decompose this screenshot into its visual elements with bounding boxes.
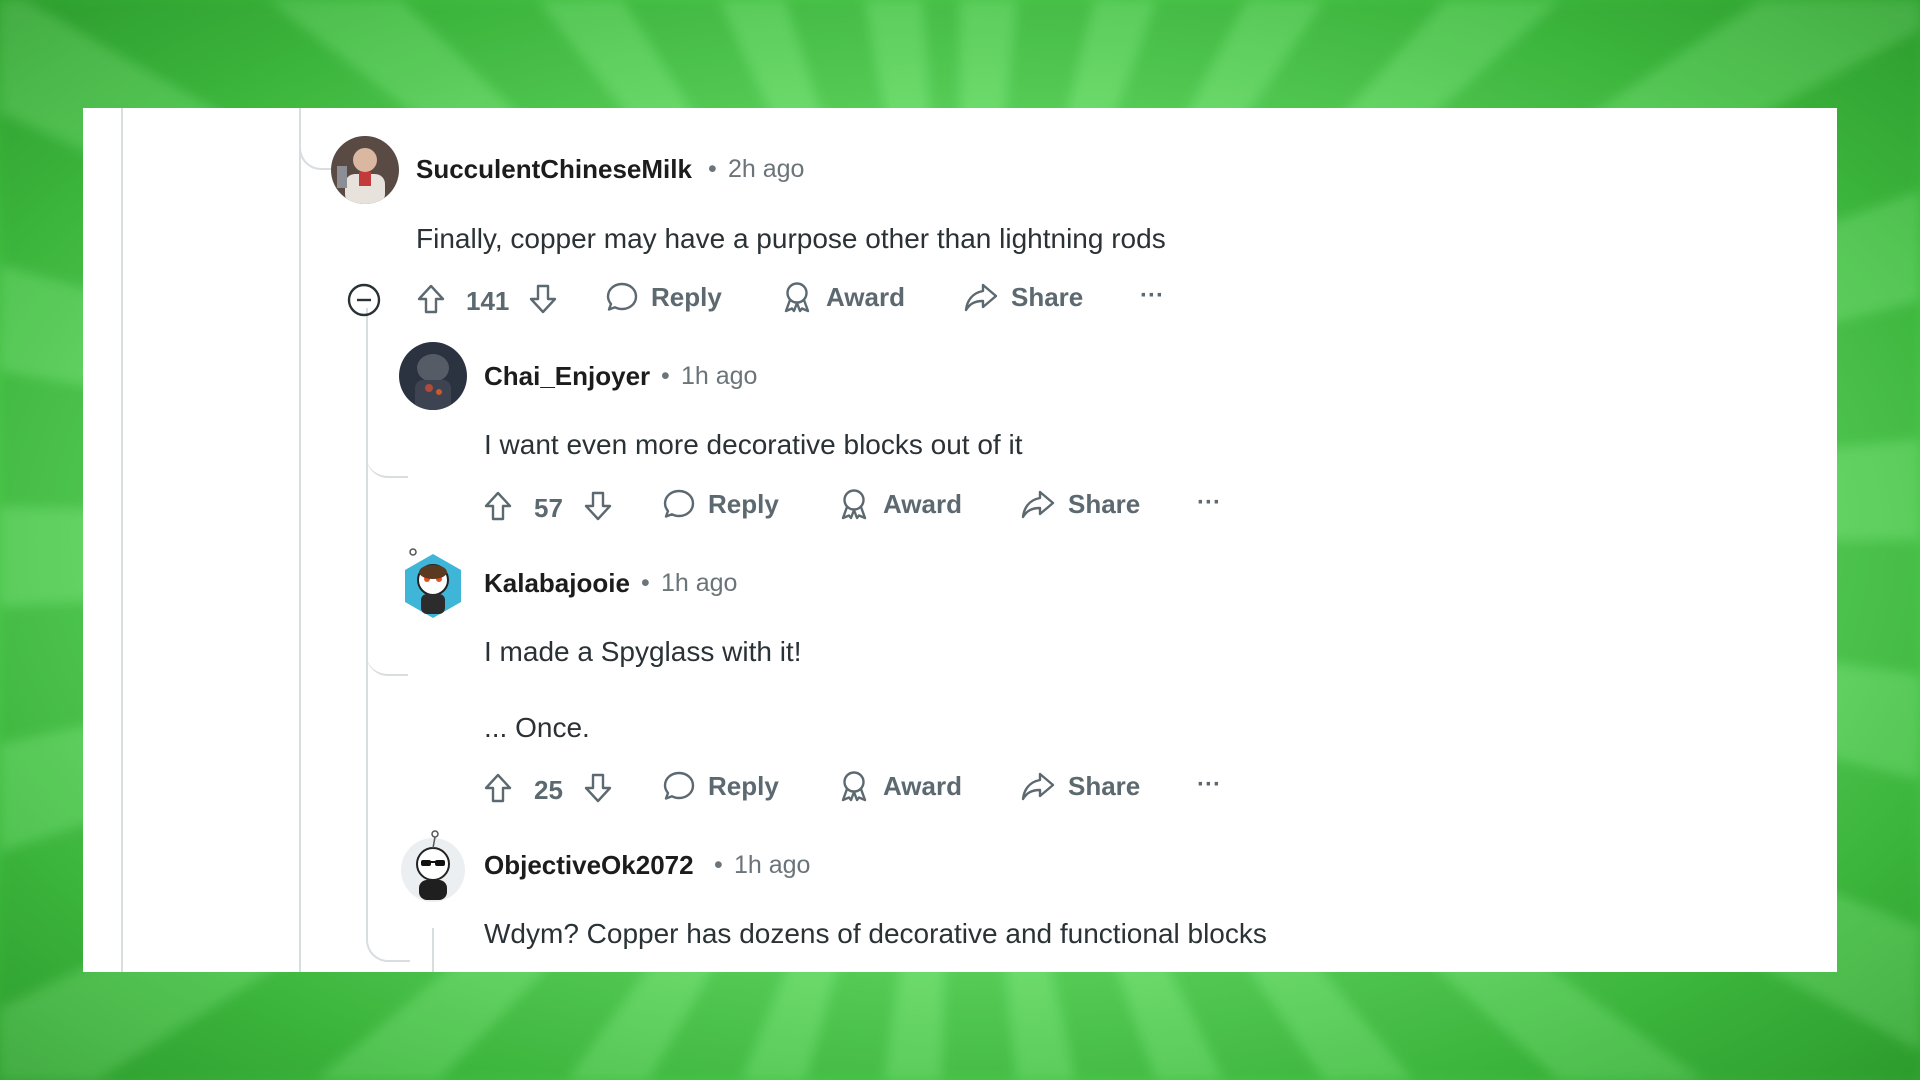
award-icon — [784, 282, 810, 313]
comment-username[interactable]: ObjectiveOk2072 — [484, 850, 694, 881]
downvote-button[interactable] — [580, 487, 616, 525]
upvote-icon — [484, 491, 512, 521]
vote-count: 25 — [534, 775, 563, 805]
award-icon — [841, 771, 867, 802]
reply-label: Reply — [708, 770, 779, 801]
collapse-icon — [347, 283, 381, 317]
comment-body: Wdym? Copper has dozens of decorative an… — [484, 918, 1267, 949]
downvote-button[interactable] — [580, 769, 616, 807]
comment-body: I want even more decorative blocks out o… — [484, 429, 1023, 460]
upvote-button[interactable] — [480, 487, 516, 525]
award-label: Award — [883, 488, 962, 519]
meta-separator: • — [641, 569, 650, 597]
share-icon — [1021, 772, 1055, 801]
award-button[interactable]: Award — [837, 769, 962, 803]
vote-count: 141 — [466, 286, 510, 316]
reply-button[interactable]: Reply — [605, 280, 722, 314]
share-button[interactable]: Share — [1020, 487, 1140, 521]
share-icon — [964, 283, 998, 312]
user-avatar-photo-icon — [399, 342, 467, 410]
more-options-button[interactable]: ··· — [1140, 282, 1164, 310]
avatar[interactable] — [399, 342, 467, 410]
share-button[interactable]: Share — [963, 280, 1083, 314]
thread-line-level1 — [299, 108, 301, 972]
comment-username[interactable]: Kalabajooie — [484, 568, 630, 599]
avatar[interactable] — [399, 830, 467, 902]
reply-label: Reply — [708, 488, 779, 519]
comment-username[interactable]: SucculentChineseMilk — [416, 154, 692, 185]
share-label: Share — [1011, 281, 1084, 312]
downvote-icon — [529, 284, 557, 314]
user-avatar-photo-icon — [331, 136, 399, 204]
snoo-avatar-icon — [405, 548, 461, 618]
comment-timestamp[interactable]: 1h ago — [734, 851, 810, 880]
downvote-icon — [584, 773, 612, 803]
comment-bubble-icon — [606, 282, 638, 311]
comment-panel: SucculentChineseMilk • 2h ago Finally, c… — [83, 108, 1837, 972]
award-icon — [841, 489, 867, 520]
thread-connector — [366, 618, 408, 676]
upvote-icon — [417, 284, 445, 314]
more-options-button[interactable]: ··· — [1197, 771, 1221, 799]
comment-bubble-icon — [663, 771, 695, 800]
meta-separator: • — [708, 155, 717, 183]
more-options-button[interactable]: ··· — [1197, 489, 1221, 517]
share-label: Share — [1068, 488, 1141, 519]
award-label: Award — [826, 281, 905, 312]
comment-timestamp[interactable]: 1h ago — [661, 569, 737, 598]
upvote-icon — [484, 773, 512, 803]
avatar[interactable] — [331, 136, 399, 204]
share-button[interactable]: Share — [1020, 769, 1140, 803]
award-button[interactable]: Award — [780, 280, 905, 314]
thread-line-outer — [121, 108, 123, 972]
comment-body: ... Once. — [484, 712, 590, 743]
award-button[interactable]: Award — [837, 487, 962, 521]
comment-timestamp[interactable]: 2h ago — [728, 155, 804, 184]
snoo-avatar-icon — [401, 830, 465, 902]
collapse-button[interactable] — [346, 282, 382, 318]
thread-line-level3 — [432, 928, 434, 972]
vote-count: 57 — [534, 493, 563, 523]
more-options-icon: ··· — [1140, 282, 1164, 309]
comment-body: I made a Spyglass with it! — [484, 636, 802, 667]
meta-separator: • — [661, 362, 670, 390]
reply-button[interactable]: Reply — [662, 769, 779, 803]
award-label: Award — [883, 770, 962, 801]
comment-username[interactable]: Chai_Enjoyer — [484, 361, 650, 392]
upvote-button[interactable] — [413, 280, 449, 318]
meta-separator: • — [714, 851, 723, 879]
reply-button[interactable]: Reply — [662, 487, 779, 521]
more-options-icon: ··· — [1197, 771, 1221, 798]
reply-label: Reply — [651, 281, 722, 312]
share-icon — [1021, 490, 1055, 519]
more-options-icon: ··· — [1197, 489, 1221, 516]
upvote-button[interactable] — [480, 769, 516, 807]
comment-timestamp[interactable]: 1h ago — [681, 362, 757, 391]
share-label: Share — [1068, 770, 1141, 801]
thread-connector — [366, 308, 408, 478]
downvote-icon — [584, 491, 612, 521]
avatar[interactable] — [399, 548, 467, 618]
downvote-button[interactable] — [525, 280, 561, 318]
comment-bubble-icon — [663, 489, 695, 518]
comment-body: Finally, copper may have a purpose other… — [416, 223, 1166, 254]
